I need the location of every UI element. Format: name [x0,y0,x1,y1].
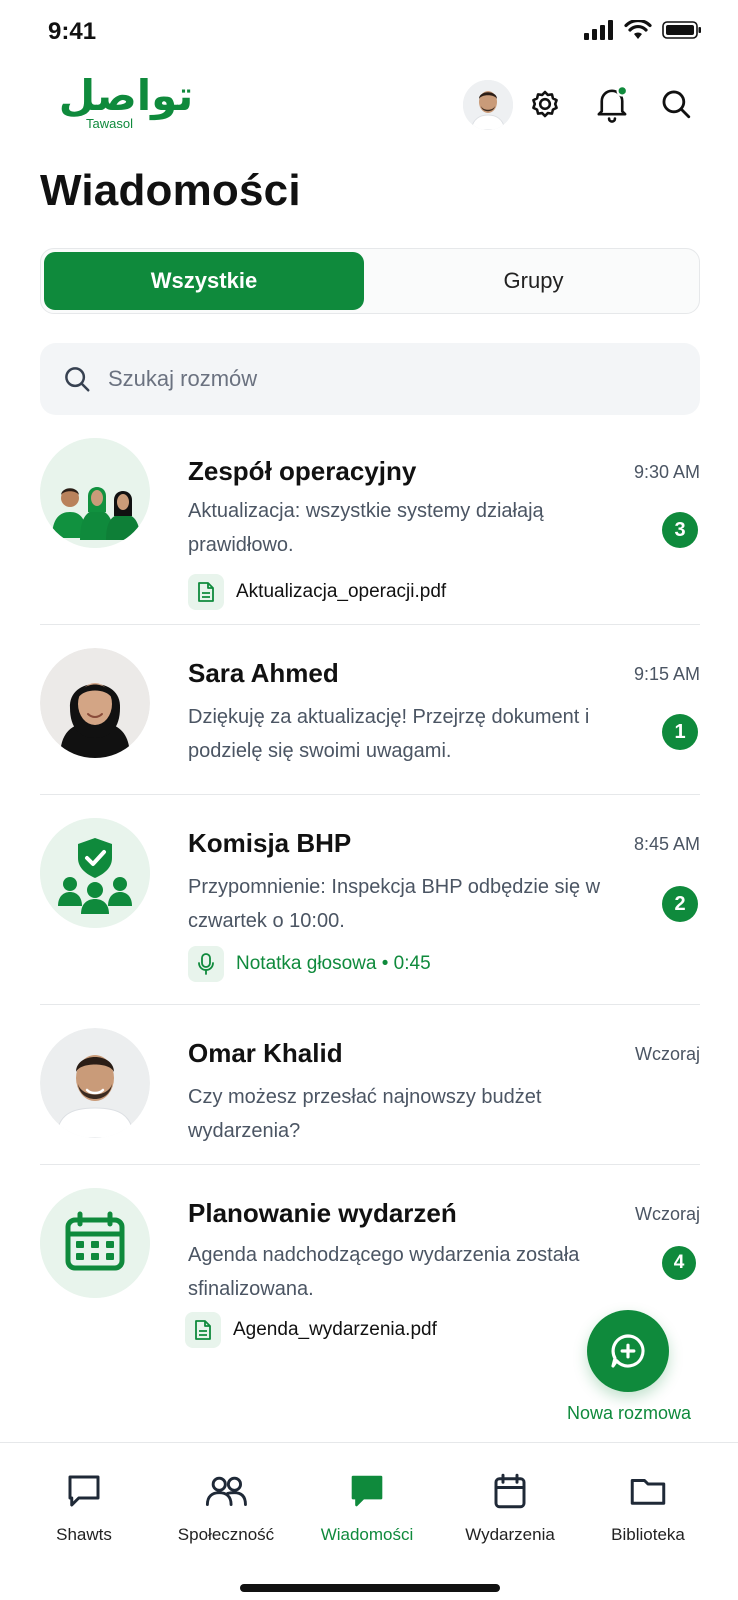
conversation-time: Wczoraj [634,1204,700,1224]
tab-all[interactable]: Wszystkie [44,252,364,310]
page-title: Wiadomości [40,166,301,215]
chat-outline-icon [68,1475,100,1507]
unread-badge: 3 [662,512,698,548]
voice-note-label: Notatka głosowa • 0:45 [236,953,431,974]
conversation-time: Wczoraj [634,1044,700,1064]
search-icon [662,90,691,119]
search-button[interactable] [656,84,696,124]
conversation-preview: Dziękuję za aktualizację! Przejrzę dokum… [188,706,590,762]
logo-text: تواصل [59,72,194,121]
notifications-button[interactable] [592,84,632,124]
tab-groups[interactable]: Grupy [371,252,696,310]
conversation-item[interactable]: Omar Khalid Wczoraj Czy możesz przesłać … [40,1028,700,1158]
nav-events[interactable]: Wydarzenia [440,1469,580,1545]
team-icon [40,438,150,548]
conversation-name: Zespół operacyjny [188,456,417,486]
document-icon [188,574,224,610]
nav-library[interactable]: Biblioteka [578,1469,718,1545]
voice-note-chip[interactable]: Notatka głosowa • 0:45 [188,946,431,982]
new-conversation-button[interactable] [587,1310,669,1392]
events-avatar [40,1188,150,1298]
conversation-item[interactable]: Zespół operacyjny 9:30 AM Aktualizacja: … [40,438,700,618]
conversation-preview: Przypomnienie: Inspekcja BHP odbędzie si… [188,876,601,932]
status-time: 9:41 [48,18,97,45]
nav-label: Biblioteka [611,1525,685,1544]
profile-avatar[interactable] [463,80,513,130]
signal-icon [584,20,613,40]
status-bar: 9:41 [0,0,738,62]
omar-avatar [40,1028,150,1138]
nav-community[interactable]: Społeczność [156,1469,296,1545]
team-avatar [40,438,150,548]
nav-label: Społeczność [177,1525,275,1544]
status-icons [584,20,702,40]
unread-badge: 1 [662,714,698,750]
conversation-name: Komisja BHP [188,828,352,858]
new-conversation-label[interactable]: Nowa rozmowa [550,1403,708,1424]
conversation-time: 8:45 AM [633,834,700,854]
home-indicator [240,1584,500,1592]
nav-label: Shawts [56,1525,112,1544]
conversation-time: 9:15 AM [633,664,700,684]
search-input[interactable]: Szukaj rozmów [40,343,700,415]
conversation-preview: Czy możesz przesłać najnowszy budżet wyd… [188,1086,542,1142]
nav-label: Wiadomości [320,1525,414,1544]
shield-group-icon [40,818,150,928]
search-placeholder: Szukaj rozmów [108,366,258,391]
conversation-item[interactable]: Sara Ahmed 9:15 AM Dziękuję za aktualiza… [40,648,700,778]
divider [40,1004,700,1005]
settings-button[interactable] [525,84,565,124]
microphone-icon [188,946,224,982]
unread-badge: 4 [662,1246,696,1280]
document-icon [185,1312,221,1348]
gear-icon [532,90,558,118]
wifi-icon [624,20,652,39]
battery-icon [662,21,701,39]
conversation-time: 9:30 AM [633,462,700,482]
calendar-icon [40,1188,150,1298]
nav-shawts[interactable]: Shawts [14,1469,154,1545]
search-icon [65,367,90,392]
attachment-chip[interactable]: Aktualizacja_operacji.pdf [188,574,446,610]
chat-filled-icon [351,1475,383,1507]
conversation-name: Omar Khalid [188,1038,343,1068]
calendar-icon [494,1473,526,1509]
people-icon [205,1476,247,1506]
conversation-item[interactable]: Komisja BHP 8:45 AM Przypomnienie: Inspe… [40,818,700,998]
sara-avatar [40,648,150,758]
attachment-filename: Agenda_wydarzenia.pdf [233,1319,437,1340]
segmented-control: Wszystkie Grupy [40,248,700,314]
logo-subtitle: Tawasol [86,116,133,131]
nav-label: Wydarzenia [465,1525,555,1544]
bottom-navigation: Shawts Społeczność Wiadomości Wydarzenia [0,1442,738,1600]
person-avatar [40,648,150,758]
unread-badge: 2 [662,886,698,922]
folder-icon [630,1479,666,1505]
bell-icon [597,85,628,123]
divider [40,1164,700,1165]
attachment-filename: Aktualizacja_operacji.pdf [236,581,447,602]
bhp-avatar [40,818,150,928]
divider [40,624,700,625]
conversation-name: Sara Ahmed [188,658,339,688]
avatar-person [463,80,513,130]
conversation-name: Planowanie wydarzeń [188,1198,457,1228]
attachment-chip[interactable]: Agenda_wydarzenia.pdf [185,1312,437,1348]
person-avatar [40,1028,150,1138]
nav-messages[interactable]: Wiadomości [297,1469,437,1545]
conversation-preview: Aktualizacja: wszystkie systemy działają… [188,500,544,556]
chat-plus-icon [611,1334,645,1368]
conversation-preview: Agenda nadchodzącego wydarzenia została … [188,1244,580,1300]
divider [40,794,700,795]
